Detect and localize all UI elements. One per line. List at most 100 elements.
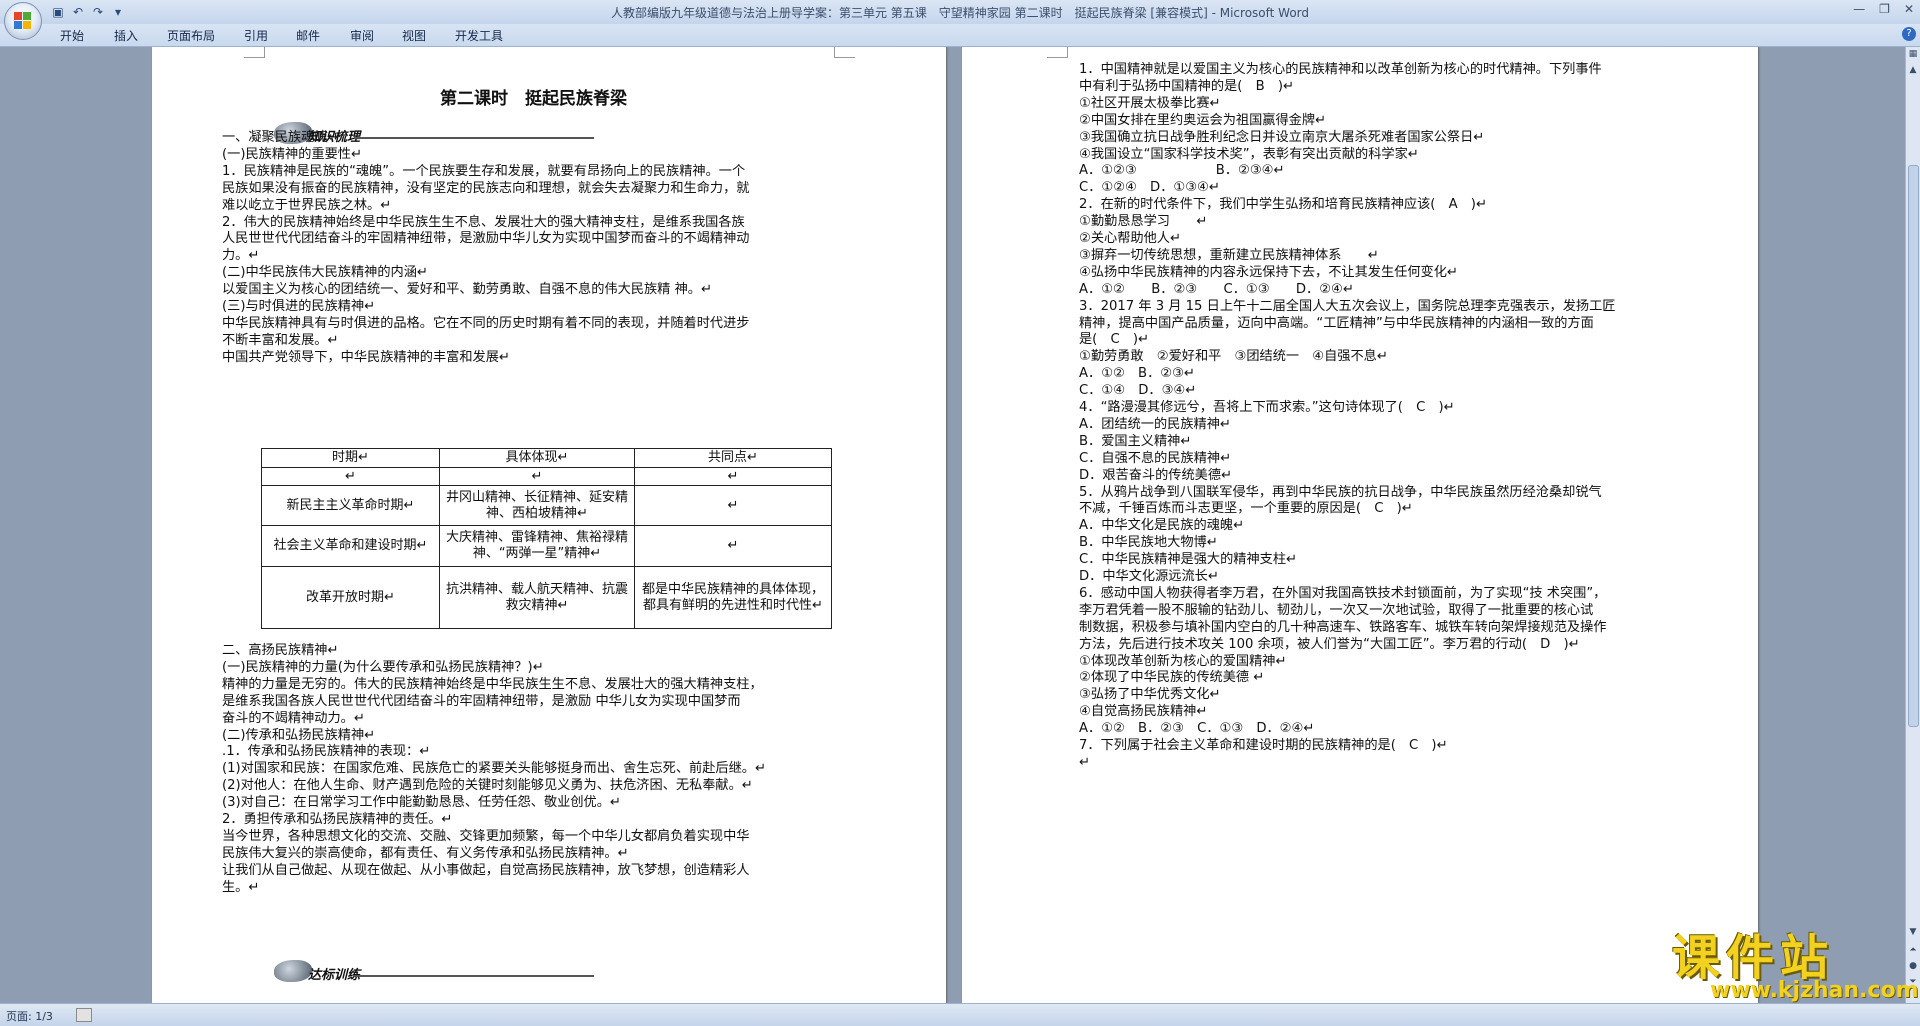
text-line: A．①② B．②③↵ xyxy=(1079,366,1195,382)
lesson-title: 第二课时 挺起民族脊梁 xyxy=(440,89,627,109)
document-workspace: 第二课时 挺起民族脊梁 知识梳理 一、凝聚民族魂魄↵ (一)民族精神的重要性↵ 1．… xyxy=(0,47,1906,1003)
tab-mailings[interactable]: 邮件 xyxy=(296,27,320,44)
ribbon-tab-bar: 开始 插入 页面布局 引用 邮件 审阅 视图 开发工具 ? xyxy=(0,24,1920,47)
text-line: 民族如果没有振奋的民族精神，没有坚定的民族志向和理想，就会失去凝聚力和生命力，就 xyxy=(222,180,750,196)
close-icon[interactable]: ✕ xyxy=(1904,2,1914,16)
text-line: 当今世界，各种思想文化的交流、交融、交锋更加频繁，每一个中华儿女都肩负着实现中华 xyxy=(222,828,750,844)
text-line: 是( C )↵ xyxy=(1079,332,1150,348)
text-line: 2．在新的时代条件下，我们中学生弘扬和培育民族精神应该( A )↵ xyxy=(1079,197,1487,213)
table-cell: ↵ xyxy=(261,467,440,486)
text-line: D．艰苦奋斗的传统美德↵ xyxy=(1079,467,1233,483)
page-indicator[interactable]: 页面: 1/3 xyxy=(6,1008,53,1024)
page-2[interactable]: 1．中国精神就是以爱国主义为核心的民族精神和以改革创新为核心的时代精神。下列事件… xyxy=(962,47,1758,1003)
text-line: A．①② B．②③ C．①③ D．②④↵ xyxy=(1079,721,1315,737)
table-cell: 都是中华民族精神的具体体现，都具有鲜明的先进性和时代性↵ xyxy=(634,566,832,629)
text-line: (一)民族精神的力量(为什么要传承和弘扬民族精神？)↵ xyxy=(222,659,544,675)
text-line: ③我国确立抗日战争胜利纪念日并设立南京大屠杀死难者国家公祭日↵ xyxy=(1079,129,1485,145)
text-line: 生。↵ xyxy=(222,879,260,895)
scroll-up-icon[interactable]: ▲ xyxy=(1908,65,1918,75)
banner-badge-icon xyxy=(274,960,312,982)
scroll-thumb[interactable] xyxy=(1908,165,1919,727)
text-line: A．团结统一的民族精神↵ xyxy=(1079,416,1231,432)
text-line: 是维系我国各族人民世世代代团结奋斗的牢固精神纽带，是激励 中华儿女为实现中国梦而 xyxy=(222,693,741,709)
table-cell: 大庆精神、雷锋精神、焦裕禄精神、“两弹一星”精神↵ xyxy=(439,525,635,567)
window-controls: — ❐ ✕ xyxy=(1853,2,1914,16)
table-cell: 社会主义革命和建设时期↵ xyxy=(261,525,440,567)
text-line: 3．2017 年 3 月 15 日上午十二届全国人大五次会议上，国务院总理李克强… xyxy=(1079,298,1616,314)
text-line: 李万君凭着一股不服输的钻劲儿、韧劲儿，一次又一次地试验，取得了一批重要的核心试 xyxy=(1079,602,1594,618)
tab-home[interactable]: 开始 xyxy=(60,27,84,44)
tab-view[interactable]: 视图 xyxy=(402,27,426,44)
table-header: 时期↵ xyxy=(261,448,440,468)
table-cell: ↵ xyxy=(634,525,832,567)
text-line: C．自强不息的民族精神↵ xyxy=(1079,450,1232,466)
text-line: ④弘扬中华民族精神的内容永远保持下去，不让其发生任何变化↵ xyxy=(1079,264,1458,280)
text-line: 奋斗的不竭精神动力。↵ xyxy=(222,710,365,726)
text-line: 难以屹立于世界民族之林。↵ xyxy=(222,197,392,213)
text-line: (一)民族精神的重要性↵ xyxy=(222,146,363,162)
text-line: 让我们从自己做起、从现在做起、从小事做起，自觉高扬民族精神，放飞梦想，创造精彩人 xyxy=(222,862,750,878)
vertical-scrollbar[interactable]: ▦ ▲ ▼ ⏶ ● ⏷ xyxy=(1905,47,1920,1003)
text-line: ①社区开展太极拳比赛↵ xyxy=(1079,95,1221,111)
table-cell: 井冈山精神、长征精神、延安精神、西柏坡精神↵ xyxy=(439,485,635,526)
text-line: .1．传承和弘扬民族精神的表现：↵ xyxy=(222,744,431,760)
table-header: 具体体现↵ xyxy=(439,448,635,468)
text-line: 中华民族精神具有与时俱进的品格。它在不同的历史时期有着不同的表现，并随着时代进步 xyxy=(222,315,750,331)
text-line: 中有利于弘扬中国精神的是( B )↵ xyxy=(1079,78,1295,94)
text-line: B．爱国主义精神↵ xyxy=(1079,433,1192,449)
text-line: ①体现改革创新为核心的爱国精神↵ xyxy=(1079,653,1287,669)
text-line: (3)对自己：在日常学习工作中能勤勤恳恳、任劳任怨、敬业创优。↵ xyxy=(222,795,621,811)
help-icon[interactable]: ? xyxy=(1902,27,1916,41)
text-line: ↵ xyxy=(1079,754,1091,770)
office-logo-icon xyxy=(14,12,32,30)
text-line: 7．下列属于社会主义革命和建设时期的民族精神的是( C )↵ xyxy=(1079,738,1448,753)
text-line: 6．感动中国人物获得者李万君，在外国对我国高铁技术封锁面前，为了实现“技 术突围… xyxy=(1079,585,1607,601)
proofing-icon[interactable] xyxy=(76,1008,92,1022)
text-line: ②中国女排在里约奥运会为祖国赢得金牌↵ xyxy=(1079,112,1327,128)
text-line: 1．中国精神就是以爱国主义为核心的民族精神和以改革创新为核心的时代精神。下列事件 xyxy=(1079,62,1602,77)
text-line: 4．“路漫漫其修远兮，吾将上下而求索。”这句诗体现了( C )↵ xyxy=(1079,400,1455,415)
table-cell: ↵ xyxy=(439,467,635,486)
text-line: A．中华文化是民族的魂魄↵ xyxy=(1079,518,1245,534)
text-line: (三)与时俱进的民族精神↵ xyxy=(222,299,376,314)
watermark-url: www.kjzhan.com xyxy=(1710,978,1919,1003)
spirit-table: 时期↵ 具体体现↵ 共同点↵ ↵ ↵ ↵ 新民主主义革命时期↵ 井冈山精神、长征… xyxy=(261,448,832,629)
table-cell: 抗洪精神、载人航天精神、抗震救灾精神↵ xyxy=(439,566,635,629)
text-line: 二、高扬民族精神↵ xyxy=(222,643,339,658)
text-line: C．①④ D．③④↵ xyxy=(1079,383,1197,399)
text-line: 以爱国主义为核心的团结统一、爱好和平、勤劳勇敢、自强不息的伟大民族精 神。↵ xyxy=(222,282,712,298)
window-title: 人教部编版九年级道德与法治上册导学案：第三单元 第五课 守望精神家园 第二课时 … xyxy=(610,6,1310,20)
title-bar: ▣ ↶ ↷ ▾ 人教部编版九年级道德与法治上册导学案：第三单元 第五课 守望精神… xyxy=(0,0,1920,40)
office-button[interactable] xyxy=(4,2,42,40)
watermark-logo: 课件站 www.kjzhan.com xyxy=(1600,918,1920,1008)
table-cell: ↵ xyxy=(634,467,832,486)
section-banner: 达标训练 xyxy=(274,960,614,984)
tab-review[interactable]: 审阅 xyxy=(350,27,374,44)
text-line: B．中华民族地大物博↵ xyxy=(1079,535,1218,551)
text-line: 民族伟大复兴的崇高使命，都有责任、有义务传承和弘扬民族精神。↵ xyxy=(222,845,629,861)
minimize-icon[interactable]: — xyxy=(1853,2,1865,16)
tab-developer[interactable]: 开发工具 xyxy=(455,27,503,44)
text-line: C．①②④ D．①③④↵ xyxy=(1079,180,1220,196)
text-line: ④自觉高扬民族精神↵ xyxy=(1079,704,1208,720)
text-line: A．①② B．②③ C．①③ D．②④↵ xyxy=(1079,281,1354,297)
text-line: D．中华文化源远流长↵ xyxy=(1079,569,1219,584)
tab-page-layout[interactable]: 页面布局 xyxy=(167,27,215,44)
text-line: 不断丰富和发展。↵ xyxy=(222,332,339,348)
text-line: 1．民族精神是民族的“魂魄”。一个民族要生存和发展，就要有昂扬向上的民族精神。一… xyxy=(222,163,746,179)
text-line: (1)对国家和民族：在国家危难、民族危亡的紧要关头能够挺身而出、舍生忘死、前赴后… xyxy=(222,761,767,777)
tab-references[interactable]: 引用 xyxy=(244,27,268,44)
ruler-toggle-icon[interactable]: ▦ xyxy=(1908,49,1918,59)
text-line: 制数据，积极参与填补国内空白的几十种高速车、铁路客车、城铁车转向架焊接规范及操作 xyxy=(1079,619,1607,635)
text-line: ①勤勤恳恳学习 ↵ xyxy=(1079,214,1208,230)
table-header: 共同点↵ xyxy=(634,448,832,468)
text-line: ②关心帮助他人↵ xyxy=(1079,231,1181,246)
text-line: (二)传承和弘扬民族精神↵ xyxy=(222,727,376,743)
text-line: 中国共产党领导下，中华民族精神的丰富和发展↵ xyxy=(222,349,510,365)
tab-insert[interactable]: 插入 xyxy=(114,27,138,44)
page-1[interactable]: 第二课时 挺起民族脊梁 知识梳理 一、凝聚民族魂魄↵ (一)民族精神的重要性↵ 1．… xyxy=(152,47,946,1003)
restore-icon[interactable]: ❐ xyxy=(1879,2,1890,16)
text-line: (二)中华民族伟大民族精神的内涵↵ xyxy=(222,265,428,281)
text-line: 精神，提高中国产品质量，迈向中高端。“工匠精神”与中华民族精神的内涵相一致的方面 xyxy=(1079,315,1594,331)
text-line: ①勤劳勇敢 ②爱好和平 ③团结统一 ④自强不息↵ xyxy=(1079,349,1388,365)
